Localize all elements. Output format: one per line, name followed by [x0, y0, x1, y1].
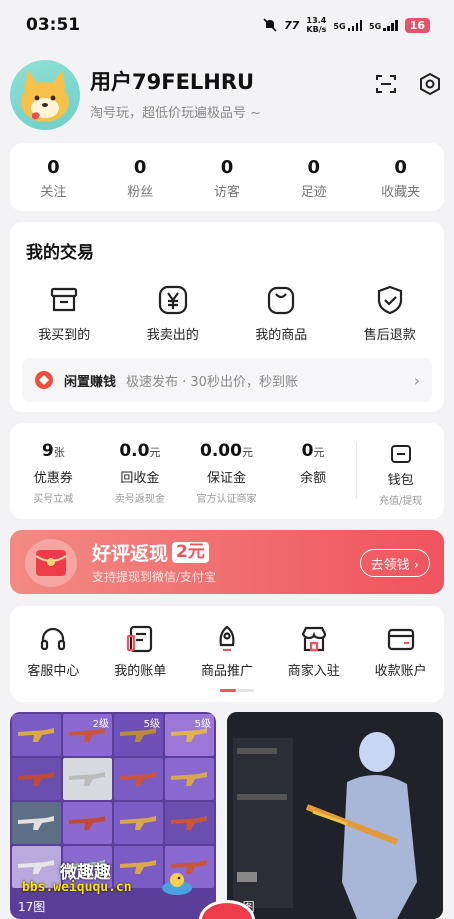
wallet-recycle[interactable]: 0.0元 回收金 卖号返现金 [97, 423, 184, 519]
wallet-card: 9张 优惠券 买号立减 0.0元 回收金 卖号返现金 0.00元 保证金 官方认… [10, 423, 444, 519]
service-bills[interactable]: 我的账单 [97, 624, 184, 679]
watermark-url: bbs.weiququ.cn [22, 880, 132, 895]
service-merchant-join[interactable]: 商家入驻 [270, 624, 357, 679]
trade-sold[interactable]: 我卖出的 [119, 284, 228, 343]
gun-tile [12, 758, 61, 800]
soldier-image [227, 712, 443, 919]
idle-earn-desc: 极速发布 · 30秒出价，秒到账 [126, 374, 298, 390]
headset-icon [41, 627, 66, 651]
network-speed: 13.4 KB/s [306, 16, 327, 34]
rifle-icon [18, 816, 54, 830]
gun-tile [12, 714, 61, 756]
stat-fans[interactable]: 0 粉丝 [97, 143, 184, 211]
service-promotion[interactable]: 商品推广 [184, 624, 271, 679]
rifle-icon [18, 772, 54, 786]
signal-2-icon: 5G [369, 19, 398, 31]
gun-tile [165, 802, 214, 844]
gun-grid: 2级 5级 5级 [10, 712, 216, 890]
card-icon [387, 628, 414, 651]
service-customer-center[interactable]: 客服中心 [10, 624, 97, 679]
idle-earn-icon [35, 371, 53, 389]
stat-footprint[interactable]: 0 足迹 [270, 143, 357, 211]
wallet-button[interactable]: 钱包 充值/提现 [357, 423, 444, 519]
wallet-balance[interactable]: 0元 余额 [270, 423, 357, 519]
page-indicator [220, 689, 254, 692]
wallet-coupon[interactable]: 9张 优惠券 买号立减 [10, 423, 97, 519]
profile-slogan: 淘号玩，超低价玩遍极品号 ~ [90, 105, 262, 121]
trade-card: 我的交易 我买到的 我卖出的 我的商品 售后退款 闲置赚钱 极速发布 · 30秒… [10, 222, 444, 412]
rifle-icon [171, 772, 207, 786]
bill-icon [127, 625, 153, 653]
box-icon [51, 287, 78, 312]
cashback-banner[interactable]: 好评返现 2元 支持提现到微信/支付宝 去领钱 › [10, 530, 444, 594]
stat-follow[interactable]: 0 关注 [10, 143, 97, 211]
level-badge: 5级 [194, 719, 211, 730]
battery-icon: 16 [404, 17, 430, 33]
profile-header: 用户79FELHRU 淘号玩，超低价玩遍极品号 ~ [10, 58, 444, 132]
level-badge: 2级 [92, 719, 109, 730]
shield-check-icon [377, 285, 402, 315]
stat-favorites[interactable]: 0 收藏夹 [357, 143, 444, 211]
gun-tile [63, 802, 112, 844]
banner-subtitle: 支持提现到微信/支付宝 [92, 570, 217, 584]
gun-tile [165, 758, 214, 800]
rifle-icon [18, 728, 54, 742]
services-card: 客服中心 我的账单 商品推广 商家入驻 收款账户 [10, 606, 444, 702]
store-icon [301, 626, 326, 652]
nfc-icon: 77 [284, 18, 300, 32]
shiba-avatar-icon [21, 70, 69, 122]
settings-icon[interactable] [418, 72, 442, 96]
scan-icon[interactable] [374, 72, 398, 96]
get-money-button[interactable]: 去领钱 › [359, 549, 430, 577]
stats-card: 0 关注 0 粉丝 0 访客 0 足迹 0 收藏夹 [10, 143, 444, 211]
idle-earn-title: 闲置赚钱 [64, 374, 117, 390]
wallet-deposit[interactable]: 0.00元 保证金 官方认证商家 [183, 423, 270, 519]
rifle-icon [18, 860, 54, 874]
chevron-right-icon: › [413, 370, 420, 390]
gun-tile [114, 802, 163, 844]
signal-1-icon: 5G [333, 19, 363, 31]
rifle-icon [69, 772, 105, 786]
gun-tile [63, 758, 112, 800]
username: 用户79FELHRU [90, 69, 255, 94]
gun-tile: 5级 [165, 714, 214, 756]
trade-products[interactable]: 我的商品 [227, 284, 336, 343]
stat-visitors[interactable]: 0 访客 [184, 143, 271, 211]
rocket-icon [219, 625, 235, 652]
listing-card-right[interactable]: 1图 [227, 712, 443, 919]
idle-earn-bar[interactable]: 闲置赚钱 极速发布 · 30秒出价，秒到账 › [22, 358, 432, 402]
banner-amount: 2元 [172, 542, 209, 563]
service-payee-account[interactable]: 收款账户 [357, 624, 444, 679]
image-count: 17图 [18, 900, 46, 914]
wallet-icon [390, 445, 411, 463]
bag-icon [268, 286, 295, 315]
duck-sticker-icon [162, 873, 192, 895]
yuan-icon [158, 285, 187, 315]
status-icons: 77 13.4 KB/s 5G 5G 16 [263, 16, 430, 34]
rifle-icon [171, 816, 207, 830]
red-envelope-icon [25, 539, 77, 587]
rifle-icon [120, 816, 156, 830]
avatar[interactable] [10, 60, 80, 130]
gun-tile: 5级 [114, 714, 163, 756]
trade-refund[interactable]: 售后退款 [336, 284, 445, 343]
gun-tile: 2级 [63, 714, 112, 756]
rifle-icon [120, 860, 156, 874]
status-time: 03:51 [26, 15, 81, 35]
rifle-icon [69, 816, 105, 830]
status-bar: 03:51 77 13.4 KB/s 5G 5G 16 [0, 0, 454, 50]
rifle-icon [120, 772, 156, 786]
mute-bell-icon [263, 18, 277, 32]
trade-bought[interactable]: 我买到的 [10, 284, 119, 343]
level-badge: 5级 [143, 719, 160, 730]
gun-tile [114, 758, 163, 800]
trade-title: 我的交易 [26, 243, 94, 263]
banner-title: 好评返现 [92, 543, 169, 565]
gun-tile [12, 802, 61, 844]
